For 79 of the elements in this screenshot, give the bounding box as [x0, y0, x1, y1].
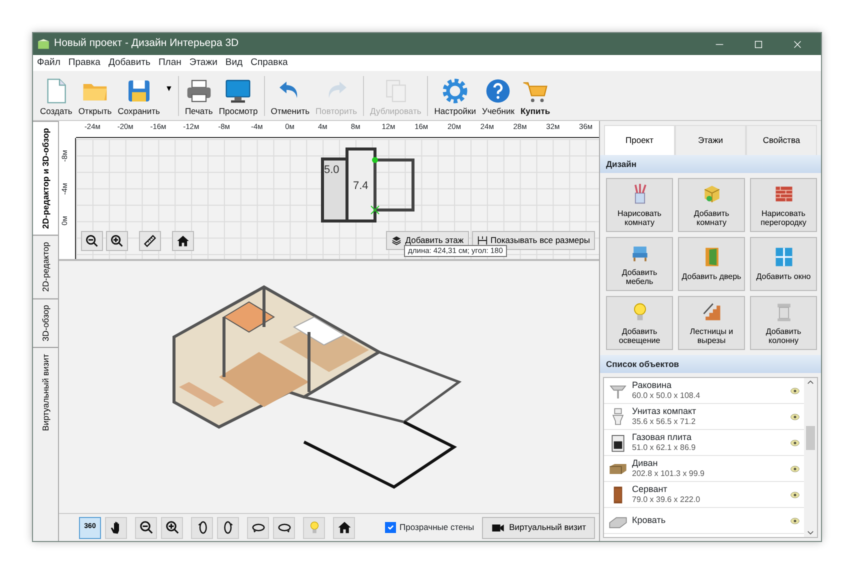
menu-item[interactable]: Справка — [246, 56, 292, 70]
scroll-up-icon[interactable] — [806, 378, 815, 387]
object-list-item[interactable]: Унитаз компакт 35.6 x 56.5 x 71.2 — [604, 404, 804, 430]
panel-tab[interactable]: Проект — [604, 125, 675, 155]
panel-tab[interactable]: Свойства — [746, 125, 817, 155]
tool-button[interactable] — [139, 231, 161, 251]
panel-tab[interactable]: Этажи — [675, 125, 746, 155]
section-header: Дизайн — [600, 155, 821, 173]
toolbar-button[interactable]: Купить — [517, 72, 554, 118]
section-header: Список объектов — [600, 355, 821, 373]
zoom-out-icon — [138, 520, 154, 535]
room-area-label: 7.4 — [353, 180, 368, 192]
menu-item[interactable]: Вид — [221, 56, 247, 70]
view-tool-button[interactable] — [247, 516, 269, 538]
stairs-icon — [700, 300, 722, 323]
design-tool-button[interactable]: Нарисовать перегородку — [750, 178, 817, 232]
view-tool-button[interactable] — [191, 516, 213, 538]
maximize-icon[interactable] — [753, 38, 764, 50]
eye-icon[interactable] — [790, 490, 800, 500]
design-tool-button[interactable]: Добавить комнату — [678, 178, 745, 232]
object-list-item[interactable]: Газовая плита 51.0 x 62.1 x 86.9 — [604, 430, 804, 456]
scrollbar-thumb[interactable] — [806, 426, 815, 450]
room-area-label: 5.0 — [324, 164, 340, 176]
toolbar-button[interactable]: Учебник — [478, 72, 518, 118]
window-title: Новый проект - Дизайн Интерьера 3D — [54, 36, 240, 52]
layers-icon — [391, 235, 402, 246]
gear-icon — [441, 76, 470, 105]
object-list-item[interactable]: Раковина 60.0 x 50.0 x 108.4 — [604, 378, 804, 404]
eye-icon[interactable] — [790, 464, 800, 474]
help-icon — [484, 76, 512, 105]
eye-icon[interactable] — [790, 386, 800, 396]
object-list-item[interactable]: Диван 202.8 x 101.3 x 99.9 — [604, 456, 804, 482]
toolbar-button[interactable]: Сохранить — [114, 72, 163, 118]
object-list-item[interactable]: Кровать — [604, 508, 804, 534]
ruler-icon — [143, 234, 157, 248]
side-tab[interactable]: 2D-редактор и 3D-обзор — [33, 121, 58, 235]
design-tool-button[interactable]: Лестницы и вырезы — [678, 296, 745, 350]
view-tool-button[interactable] — [161, 516, 183, 538]
design-tool-button[interactable]: Добавить окно — [750, 237, 817, 291]
design-tool-button[interactable]: Нарисовать комнату — [606, 178, 673, 232]
checkbox-label[interactable]: Прозрачные стены — [400, 521, 474, 534]
zoom-out-icon — [85, 234, 99, 248]
view-tool-button[interactable] — [217, 516, 239, 538]
zoom-in-icon — [110, 234, 124, 248]
menu-item[interactable]: Правка — [64, 56, 104, 70]
eye-icon[interactable] — [790, 412, 800, 422]
design-tool-button[interactable]: Добавить освещение — [606, 296, 673, 350]
menu-item[interactable]: План — [154, 56, 186, 70]
home-icon — [336, 520, 352, 535]
zoom-in-icon — [164, 520, 180, 535]
tool-button[interactable] — [81, 231, 103, 251]
menu-item[interactable]: Добавить — [104, 56, 154, 70]
view-tool-button[interactable] — [135, 516, 157, 538]
toolbar-button[interactable]: Печать — [182, 72, 216, 118]
dimensions-icon — [476, 235, 488, 246]
eye-icon[interactable] — [790, 516, 800, 526]
toolbar-button[interactable]: Настройки — [431, 72, 479, 118]
toolbar-button[interactable]: Просмотр — [216, 72, 261, 118]
tool-button[interactable] — [172, 231, 194, 251]
menu-item[interactable]: Файл — [33, 56, 64, 70]
design-tool-button[interactable]: Добавить мебель — [606, 237, 673, 291]
scroll-down-icon[interactable] — [806, 528, 815, 537]
design-tool-button[interactable]: Добавить колонну — [750, 296, 817, 350]
view-tool-button[interactable] — [333, 516, 355, 538]
view-tool-button[interactable] — [273, 516, 295, 538]
close-icon[interactable] — [792, 38, 803, 50]
toolbar-button[interactable]: Открыть — [75, 72, 115, 118]
toolbar-button[interactable]: Отменить — [268, 72, 313, 118]
toolbar-button[interactable]: Создать — [37, 72, 76, 118]
transparent-walls-checkbox[interactable] — [384, 522, 396, 533]
app-logo-icon — [37, 38, 50, 50]
view-tool-button[interactable] — [105, 516, 127, 538]
virtual-visit-button[interactable]: Виртуальный визит — [482, 516, 595, 538]
home-icon — [176, 234, 190, 248]
object-list-item[interactable]: Сервант 79.0 x 39.6 x 222.0 — [604, 482, 804, 508]
eye-icon[interactable] — [790, 438, 800, 448]
menu-item[interactable]: Этажи — [185, 56, 222, 70]
design-tool-button[interactable]: Добавить дверь — [678, 237, 745, 291]
tool-button[interactable] — [106, 231, 128, 251]
